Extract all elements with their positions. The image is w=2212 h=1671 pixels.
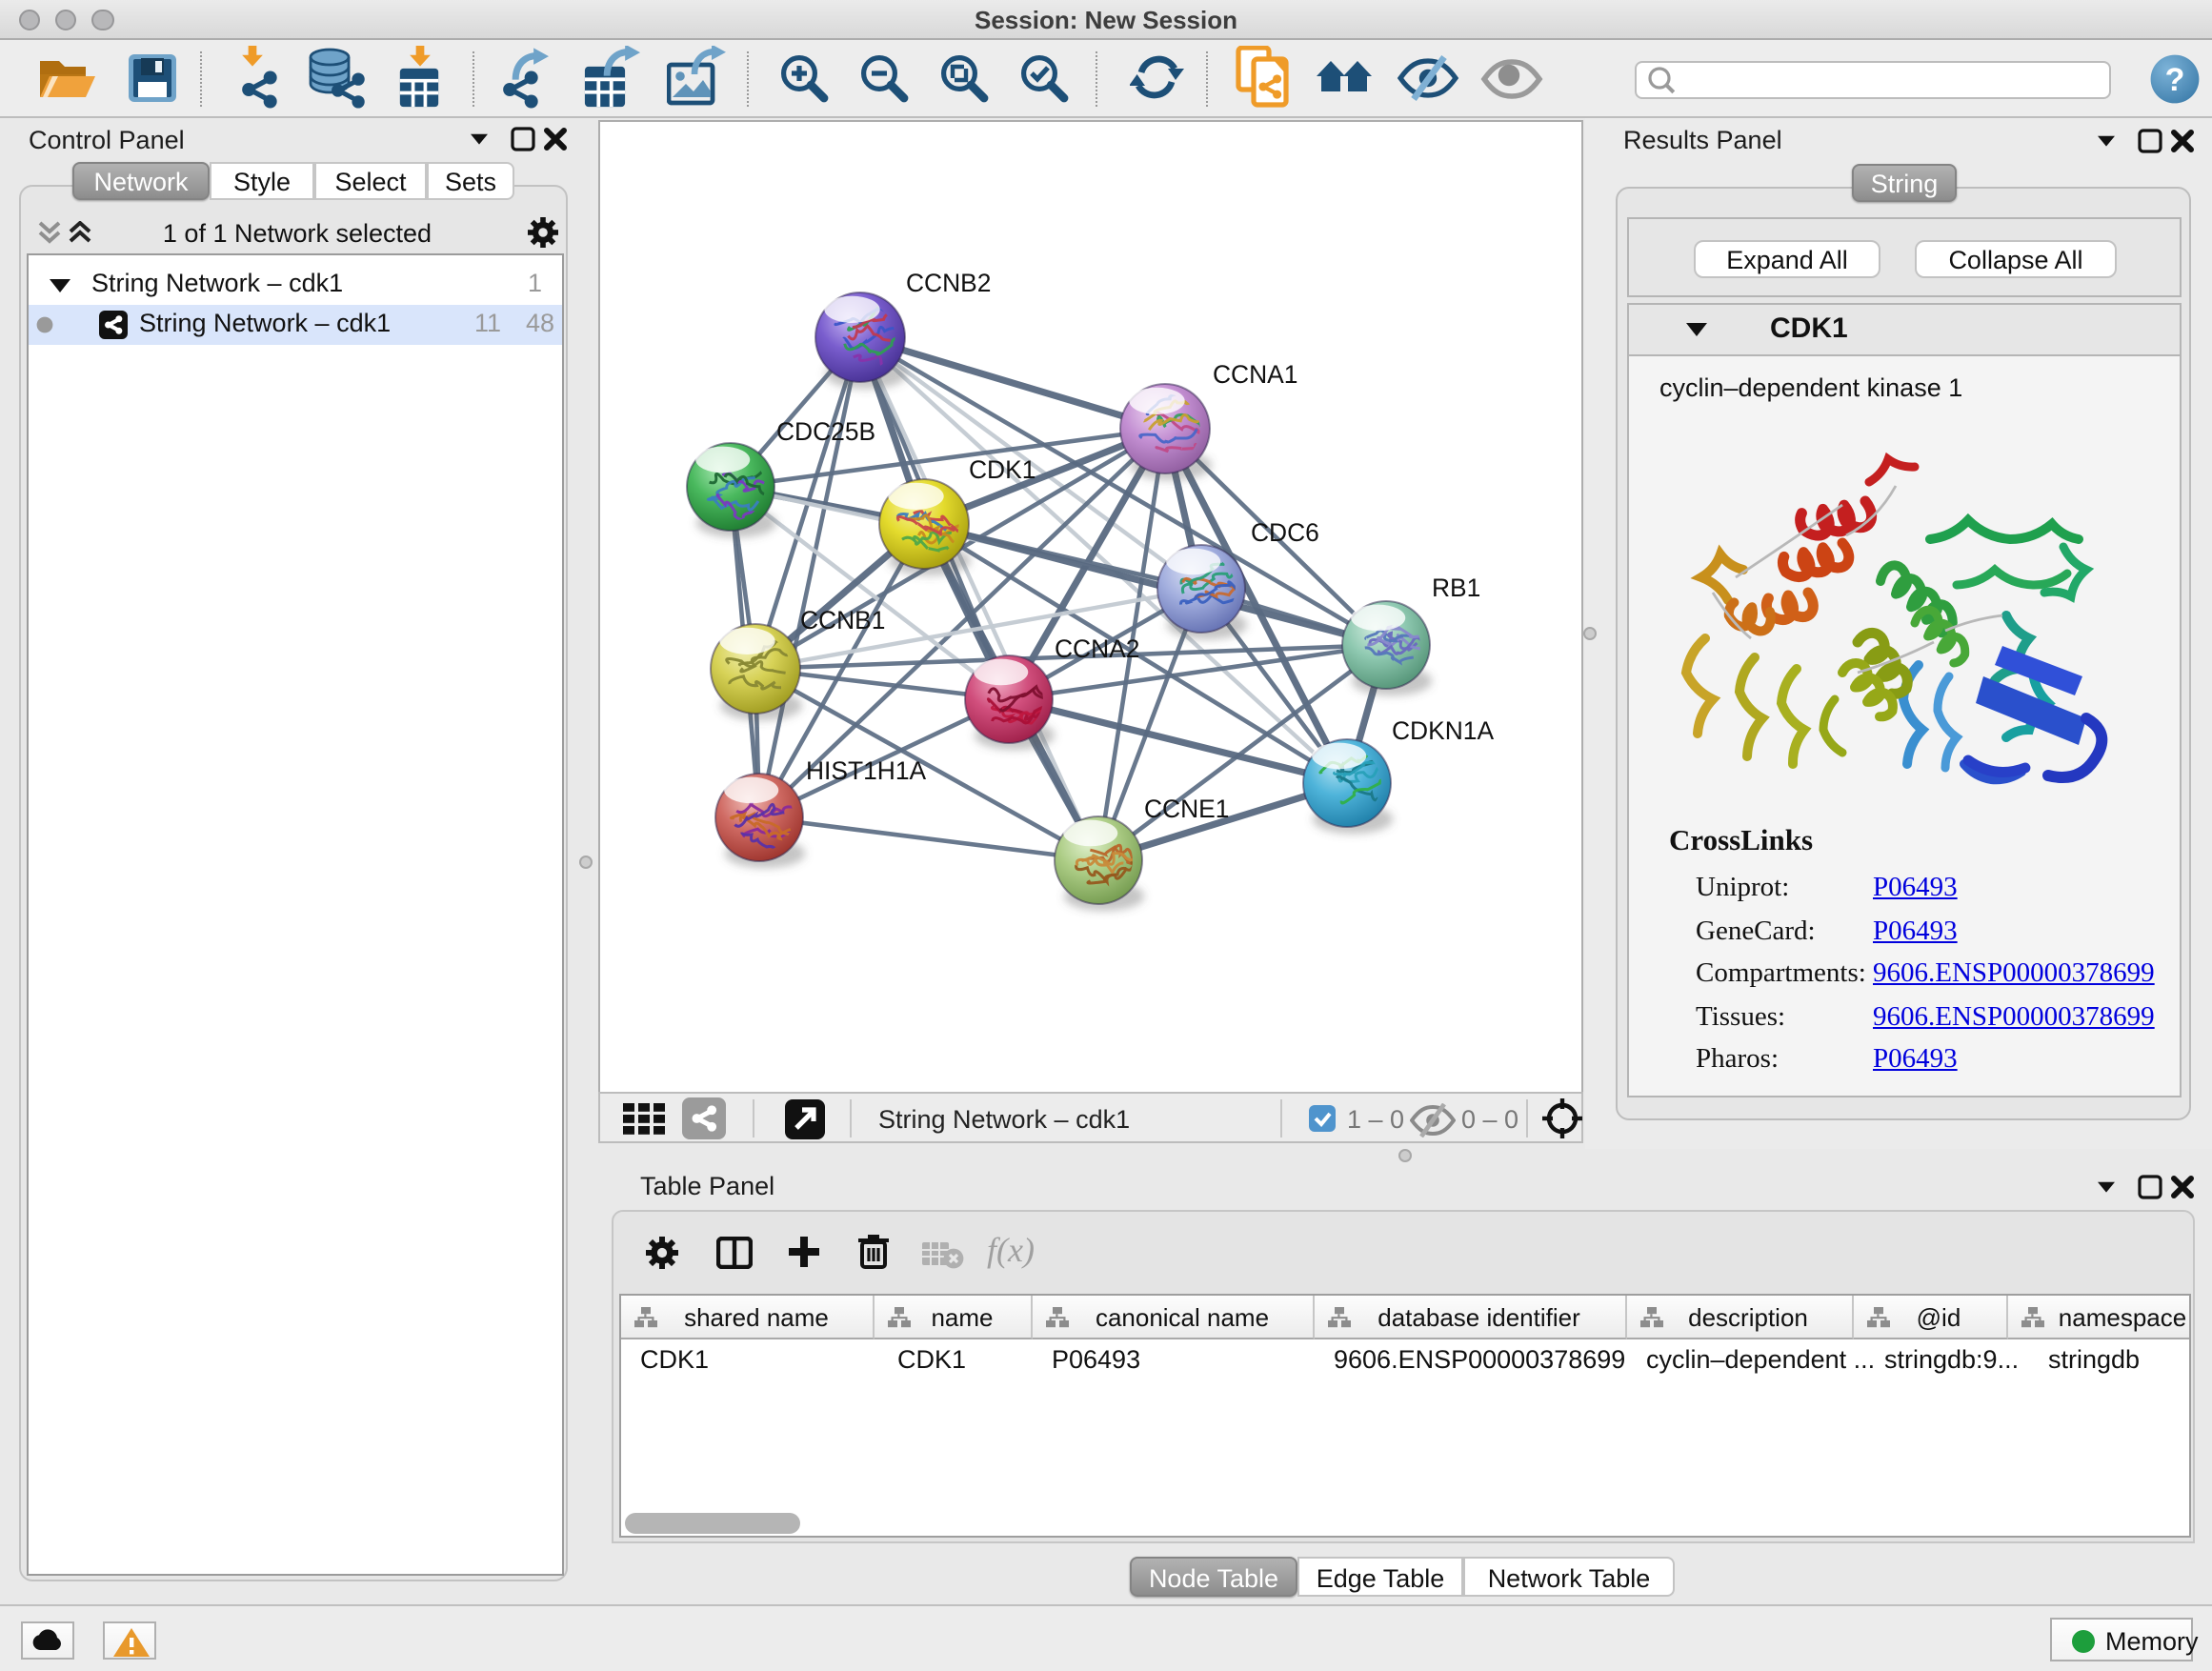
svg-text:CDC25B: CDC25B <box>776 417 875 446</box>
svg-text:CCNA2: CCNA2 <box>1055 634 1139 663</box>
svg-text:CDC6: CDC6 <box>1251 518 1319 547</box>
svg-text:CDKN1A: CDKN1A <box>1392 716 1494 745</box>
svg-text:RB1: RB1 <box>1432 574 1480 602</box>
svg-text:CCNE1: CCNE1 <box>1144 795 1229 823</box>
svg-text:CDK1: CDK1 <box>969 455 1036 484</box>
svg-text:CCNA1: CCNA1 <box>1213 360 1297 389</box>
svg-text:CCNB1: CCNB1 <box>800 606 885 634</box>
svg-text:CCNB2: CCNB2 <box>906 269 991 297</box>
svg-text:?: ? <box>2165 62 2185 98</box>
svg-text:HIST1H1A: HIST1H1A <box>806 756 927 785</box>
